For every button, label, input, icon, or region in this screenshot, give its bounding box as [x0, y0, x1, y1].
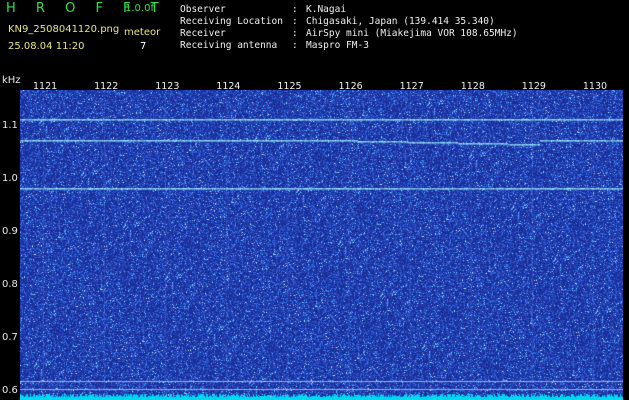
meteor-count: 7 — [140, 41, 147, 52]
info-label: Receiving Location — [180, 16, 283, 27]
info-label: Receiving antenna — [180, 40, 278, 51]
info-row-observer: Observer: K.Nagai — [180, 4, 347, 15]
y-tick-label: 0.7 — [2, 332, 18, 344]
y-tick-label: 1.0 — [2, 173, 18, 185]
info-row-location: Receiving Location: Chigasaki, Japan (139… — [180, 16, 495, 27]
info-value: AirSpy mini (Miakejima VOR 108.65MHz) — [306, 28, 518, 39]
info-value: Chigasaki, Japan (139.414 35.340) — [306, 16, 495, 27]
info-row-antenna: Receiving antenna: Maspro FM-3 — [180, 40, 369, 51]
y-tick-label: 0.6 — [2, 385, 18, 397]
y-tick-label: 1.1 — [2, 120, 18, 132]
y-axis-unit-label: kHz — [2, 75, 21, 86]
info-row-receiver: Receiver: AirSpy mini (Miakejima VOR 108.… — [180, 28, 518, 39]
info-label: Observer — [180, 4, 226, 15]
meteor-label: meteor — [124, 27, 161, 38]
y-tick-label: 0.8 — [2, 279, 18, 291]
header-panel: H R O F F T 1.0.0f KN9_2508041120.png 25… — [0, 0, 629, 74]
info-value: Maspro FM-3 — [306, 40, 369, 51]
app-version: 1.0.0f — [125, 3, 154, 14]
y-tick-label: 0.9 — [2, 226, 18, 238]
image-filename: KN9_2508041120.png — [8, 24, 120, 35]
info-value: K.Nagai — [306, 4, 347, 15]
info-label: Receiver — [180, 28, 226, 39]
spectrogram-canvas — [20, 90, 623, 400]
spectrogram-plot — [20, 90, 623, 400]
observation-datetime: 25.08.04 11:20 — [8, 41, 85, 52]
